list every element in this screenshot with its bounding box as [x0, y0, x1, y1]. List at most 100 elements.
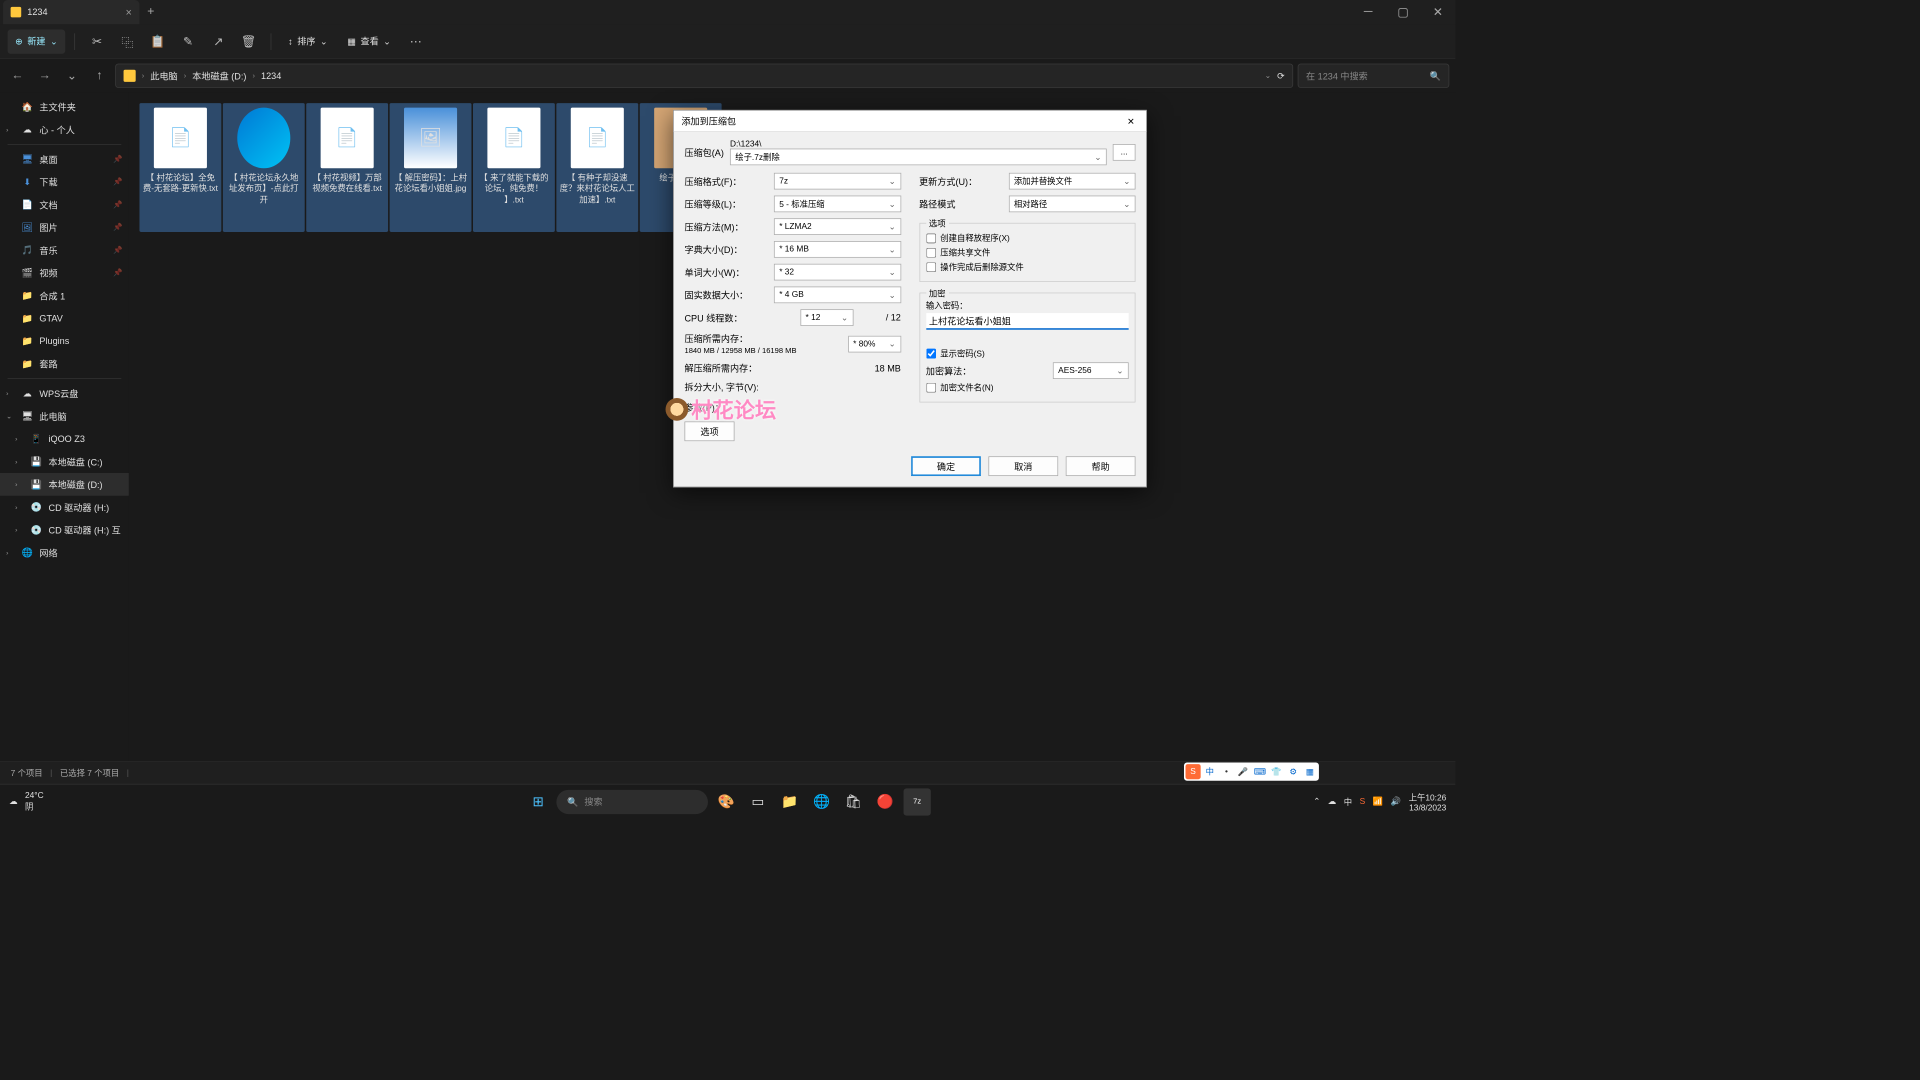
weather-widget[interactable]: ☁ 24°C阴 — [9, 791, 44, 812]
back-button[interactable]: ← — [6, 64, 29, 87]
address-bar[interactable]: › 此电脑 › 本地磁盘 (D:) › 1234 ⌄ ⟳ — [115, 64, 1293, 88]
sidebar-cd1[interactable]: ›💿CD 驱动器 (H:) — [0, 496, 129, 519]
refresh-icon[interactable]: ⟳ — [1277, 70, 1285, 81]
new-tab-button[interactable]: + — [139, 5, 162, 19]
more-icon[interactable]: ⋯ — [403, 29, 429, 53]
delete-checkbox[interactable]: 操作完成后删除源文件 — [926, 261, 1129, 273]
encrypt-names-checkbox[interactable]: 加密文件名(N) — [926, 381, 1129, 393]
file-item[interactable]: 🖼【 解压密码】：上村花论坛看小姐姐.jpg — [390, 103, 472, 232]
word-select[interactable]: * 32 — [774, 264, 901, 281]
file-item[interactable]: 📄【 有种子却没速度？来村花论坛人工加速】.txt — [556, 103, 638, 232]
sidebar-music[interactable]: 🎵音乐📌 — [0, 239, 129, 262]
threads-select[interactable]: * 12 — [800, 309, 853, 326]
ime-icon[interactable]: 中 — [1344, 796, 1352, 808]
toolbar: ⊕ 新建 ⌄ ✂ ⿻ 📋 ✎ ↗ 🗑 ↕ 排序 ⌄ ▦ 查看 ⌄ ⋯ — [0, 24, 1455, 59]
sidebar-folder-2[interactable]: 📁GTAV — [0, 307, 129, 330]
level-select[interactable]: 5 - 标准压缩 — [774, 196, 901, 213]
file-item[interactable]: 【 村花论坛永久地址发布页】-点此打开 — [223, 103, 305, 232]
sogou-icon[interactable]: S — [1360, 797, 1366, 806]
sidebar-documents[interactable]: 📄文档📌 — [0, 193, 129, 216]
options-button[interactable]: 选项 — [684, 421, 734, 441]
ime-toolbar[interactable]: S 中•🎤⌨👕⚙▦ — [1184, 763, 1319, 781]
onedrive-icon[interactable]: ☁ — [1328, 797, 1336, 807]
password-input[interactable] — [926, 313, 1129, 330]
method-select[interactable]: * LZMA2 — [774, 218, 901, 235]
sidebar-cd2[interactable]: ›💿CD 驱动器 (H:) 互 — [0, 518, 129, 541]
enc-method-select[interactable]: AES-256 — [1053, 362, 1129, 379]
breadcrumb-folder[interactable]: 1234 — [261, 70, 281, 81]
sfx-checkbox[interactable]: 创建自释放程序(X) — [926, 232, 1129, 244]
format-select[interactable]: 7z — [774, 173, 901, 190]
chrome-icon[interactable]: 🔴 — [872, 788, 899, 815]
view-button[interactable]: ▦ 查看 ⌄ — [340, 29, 399, 53]
share-checkbox[interactable]: 压缩共享文件 — [926, 246, 1129, 258]
task-view-icon[interactable]: ▭ — [744, 788, 771, 815]
ok-button[interactable]: 确定 — [911, 456, 981, 476]
dialog-close-button[interactable]: ✕ — [1123, 116, 1138, 127]
network-icon[interactable]: 📶 — [1373, 797, 1383, 807]
archive-name-select[interactable]: 绘子.7z删除 — [730, 149, 1107, 166]
sidebar-cdrive[interactable]: ›💾本地磁盘 (C:) — [0, 450, 129, 473]
edge-icon[interactable]: 🌐 — [808, 788, 835, 815]
sidebar-folder-4[interactable]: 📁套路 — [0, 352, 129, 375]
update-select[interactable]: 添加并替换文件 — [1009, 173, 1136, 190]
paste-icon[interactable]: 📋 — [145, 29, 171, 53]
7zip-icon[interactable]: 7z — [904, 788, 931, 815]
dict-select[interactable]: * 16 MB — [774, 241, 901, 258]
copy-icon[interactable]: ⿻ — [115, 29, 141, 53]
close-window-button[interactable]: ✕ — [1420, 0, 1455, 24]
minimize-button[interactable]: ─ — [1351, 0, 1386, 24]
cut-icon[interactable]: ✂ — [84, 29, 110, 53]
copilot-icon[interactable]: 🎨 — [713, 788, 740, 815]
sidebar-downloads[interactable]: ⬇下载📌 — [0, 171, 129, 194]
store-icon[interactable]: 🛍 — [840, 788, 867, 815]
sidebar-videos[interactable]: 🎬视频📌 — [0, 262, 129, 285]
tray-chevron-icon[interactable]: ⌃ — [1313, 797, 1320, 807]
breadcrumb-pc[interactable]: 此电脑 — [150, 69, 177, 82]
close-tab-icon[interactable]: × — [126, 6, 132, 18]
taskbar: ☁ 24°C阴 ⊞ 🔍 搜索 🎨 ▭ 📁 🌐 🛍 🔴 7z ⌃ ☁ 中 S 📶 … — [0, 784, 1455, 819]
sidebar-personal[interactable]: ›☁心 - 个人 — [0, 118, 129, 141]
maximize-button[interactable]: ▢ — [1386, 0, 1421, 24]
sidebar-ddrive[interactable]: ›💾本地磁盘 (D:) — [0, 473, 129, 496]
rename-icon[interactable]: ✎ — [175, 29, 201, 53]
start-button[interactable]: ⊞ — [525, 788, 552, 815]
window-tab[interactable]: 1234 × — [3, 0, 139, 24]
recent-button[interactable]: ⌄ — [61, 64, 84, 87]
file-item[interactable]: 📄【 村花视频】万部视频免费在线看.txt — [306, 103, 388, 232]
sidebar-pictures[interactable]: 🖼图片📌 — [0, 216, 129, 239]
volume-icon[interactable]: 🔊 — [1391, 797, 1401, 807]
path-select[interactable]: 相对路径 — [1009, 196, 1136, 213]
file-item[interactable]: 📄【 来了就能下载的论坛，纯免费！ 】.txt — [473, 103, 555, 232]
browse-button[interactable]: ... — [1113, 144, 1136, 161]
clock[interactable]: 上午10:2613/8/2023 — [1409, 791, 1447, 812]
sidebar-folder-1[interactable]: 📁合成 1 — [0, 284, 129, 307]
sidebar-folder-3[interactable]: 📁Plugins — [0, 330, 129, 353]
mem-pct-select[interactable]: * 80% — [848, 335, 901, 352]
explorer-icon[interactable]: 📁 — [776, 788, 803, 815]
taskbar-search[interactable]: 🔍 搜索 — [556, 789, 708, 813]
share-icon[interactable]: ↗ — [206, 29, 232, 53]
sidebar-iqoo[interactable]: ›📱iQOO Z3 — [0, 428, 129, 451]
show-password-checkbox[interactable]: 显示密码(S) — [926, 347, 1129, 359]
search-box[interactable]: 在 1234 中搜索🔍 — [1298, 64, 1450, 88]
sidebar-thispc[interactable]: ⌄🖥此电脑 — [0, 405, 129, 428]
dialog-titlebar[interactable]: 添加到压缩包 ✕ — [674, 111, 1146, 132]
solid-select[interactable]: * 4 GB — [774, 287, 901, 304]
options-group: 选项 创建自释放程序(X) 压缩共享文件 操作完成后删除源文件 — [919, 223, 1135, 282]
sidebar: 🏠主文件夹 ›☁心 - 个人 🖥桌面📌 ⬇下载📌 📄文档📌 🖼图片📌 🎵音乐📌 … — [0, 92, 129, 761]
archive-label: 压缩包(A) — [684, 146, 723, 159]
cancel-button[interactable]: 取消 — [988, 456, 1058, 476]
help-button[interactable]: 帮助 — [1066, 456, 1136, 476]
forward-button[interactable]: → — [33, 64, 56, 87]
delete-icon[interactable]: 🗑 — [236, 29, 262, 53]
breadcrumb-drive[interactable]: 本地磁盘 (D:) — [192, 69, 246, 82]
new-button[interactable]: ⊕ 新建 ⌄ — [8, 29, 66, 53]
up-button[interactable]: ↑ — [88, 64, 111, 87]
sort-button[interactable]: ↕ 排序 ⌄ — [281, 29, 336, 53]
sidebar-network[interactable]: ›🌐网络 — [0, 541, 129, 564]
sidebar-desktop[interactable]: 🖥桌面📌 — [0, 148, 129, 171]
sidebar-home[interactable]: 🏠主文件夹 — [0, 96, 129, 119]
sidebar-wps[interactable]: ›☁WPS云盘 — [0, 382, 129, 405]
file-item[interactable]: 📄【 村花论坛】全免费-无套路-更新快.txt — [139, 103, 221, 232]
